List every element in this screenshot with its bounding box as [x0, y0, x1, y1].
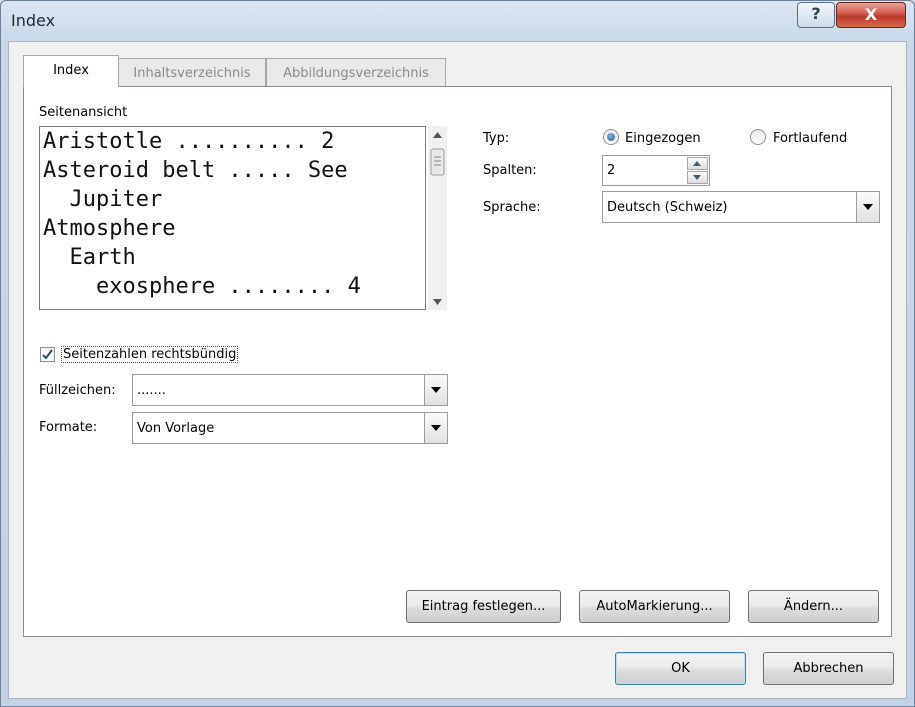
preview-line: Earth — [43, 245, 136, 270]
help-icon: ? — [811, 4, 821, 23]
preview-scrollbar[interactable] — [428, 126, 447, 310]
radio-fortlaufend[interactable] — [750, 129, 766, 145]
automarkierung-button[interactable]: AutoMarkierung... — [579, 590, 730, 623]
index-preview: Aristotle .......... 2 Asteroid belt ...… — [39, 126, 426, 310]
help-button[interactable]: ? — [797, 2, 835, 28]
close-icon: X — [864, 5, 878, 24]
index-dialog: Index ? X Index Inhaltsverzeichnis Abbil… — [0, 0, 915, 707]
tab-inhaltsverzeichnis[interactable]: Inhaltsverzeichnis — [118, 58, 266, 88]
spin-up-icon[interactable] — [687, 157, 708, 170]
radio-eingezogen[interactable] — [603, 129, 619, 145]
formate-label: Formate: — [39, 420, 98, 435]
formate-select[interactable]: Von Vorlage — [132, 412, 448, 444]
spalten-stepper[interactable]: 2 — [602, 155, 710, 186]
scrollbar-graphics — [430, 132, 445, 305]
radio-eingezogen-label[interactable]: Eingezogen — [625, 131, 701, 146]
chevron-down-icon[interactable] — [424, 375, 447, 405]
chevron-down-icon[interactable] — [856, 192, 879, 222]
spalten-value: 2 — [607, 163, 616, 178]
checkmark-icon — [42, 349, 53, 360]
sprache-label: Sprache: — [483, 200, 541, 215]
fuellzeichen-value: ....... — [137, 383, 166, 398]
cancel-button[interactable]: Abbrechen — [763, 652, 894, 685]
spalten-label: Spalten: — [483, 163, 537, 178]
window-title: Index — [11, 11, 56, 30]
chevron-down-icon[interactable] — [424, 413, 447, 443]
tab-abbildungsverzeichnis[interactable]: Abbildungsverzeichnis — [266, 58, 446, 88]
sprache-value: Deutsch (Schweiz) — [607, 200, 728, 215]
title-bar[interactable]: Index ? X — [1, 1, 914, 41]
spin-down-icon[interactable] — [687, 171, 708, 184]
fuellzeichen-select[interactable]: ....... — [132, 374, 448, 406]
radio-fortlaufend-label[interactable]: Fortlaufend — [773, 131, 847, 146]
ok-button[interactable]: OK — [615, 652, 746, 685]
preview-line: Aristotle .......... 2 — [43, 129, 335, 154]
seitenzahlen-checkbox[interactable] — [40, 347, 55, 362]
formate-value: Von Vorlage — [137, 421, 215, 436]
fuellzeichen-label: Füllzeichen: — [39, 383, 116, 398]
preview-line: Asteroid belt ..... See — [43, 158, 348, 183]
tab-index[interactable]: Index — [23, 55, 119, 87]
dialog-body: Index Inhaltsverzeichnis Abbildungsverze… — [8, 41, 907, 699]
preview-label: Seitenansicht — [39, 105, 128, 120]
close-button[interactable]: X — [836, 2, 906, 28]
sprache-select[interactable]: Deutsch (Schweiz) — [602, 191, 880, 223]
preview-line: Jupiter — [43, 187, 163, 212]
preview-line: Atmosphere — [43, 216, 176, 241]
seitenzahlen-label[interactable]: Seitenzahlen rechtsbündig — [61, 346, 239, 363]
preview-line: exosphere ........ 4 — [43, 274, 361, 299]
aendern-button[interactable]: Ändern... — [748, 590, 879, 623]
typ-label: Typ: — [483, 131, 510, 146]
tab-panel-index: Seitenansicht Aristotle .......... 2 Ast… — [23, 86, 892, 637]
eintrag-festlegen-button[interactable]: Eintrag festlegen... — [406, 590, 561, 623]
